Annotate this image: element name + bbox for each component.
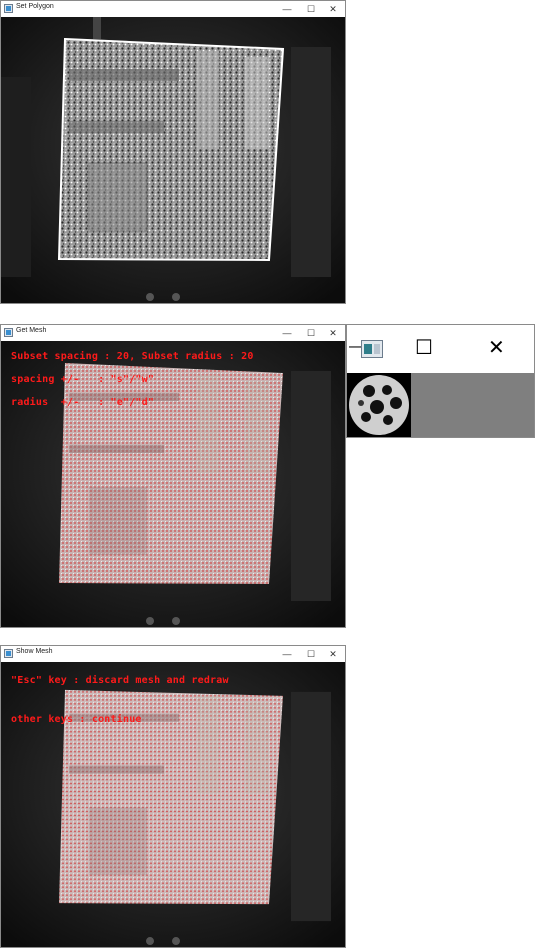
image-canvas[interactable] bbox=[1, 17, 345, 303]
app-icon bbox=[4, 4, 13, 13]
maximize-button[interactable]: ☐ bbox=[301, 325, 321, 341]
title-bar[interactable]: Set Polygon — ☐ ✕ bbox=[1, 1, 345, 17]
continue-instruction-text: other keys : continue bbox=[11, 714, 142, 725]
title-bar[interactable]: Show Mesh — ☐ ✕ bbox=[1, 646, 345, 662]
window-title: Get Mesh bbox=[16, 327, 47, 334]
app-icon bbox=[4, 328, 13, 337]
close-button[interactable]: ✕ bbox=[323, 646, 343, 662]
image-canvas[interactable]: "Esc" key : discard mesh and redraw othe… bbox=[1, 662, 345, 947]
set-polygon-window: Set Polygon — ☐ ✕ bbox=[0, 0, 346, 304]
title-bar[interactable]: Get Mesh — ☐ ✕ bbox=[1, 325, 345, 341]
subset-preview-window: — ☐ ✕ bbox=[346, 324, 535, 438]
window-title: Set Polygon bbox=[16, 3, 54, 10]
mesh-info-text: Subset spacing : 20, Subset radius : 20 bbox=[11, 351, 254, 362]
app-icon bbox=[361, 340, 383, 358]
radius-keys-text: radius +/- : "e"/"d" bbox=[11, 397, 155, 408]
close-button[interactable]: ✕ bbox=[323, 325, 343, 341]
esc-instruction-text: "Esc" key : discard mesh and redraw bbox=[11, 675, 229, 686]
subset-preview-canvas bbox=[347, 373, 534, 437]
get-mesh-window: Get Mesh — ☐ ✕ Subset spacing: 20, Subs… bbox=[0, 324, 346, 628]
minimize-button[interactable]: — bbox=[277, 325, 297, 341]
minimize-button[interactable]: — bbox=[277, 1, 297, 17]
specimen-image bbox=[1, 17, 345, 303]
specimen-image bbox=[1, 662, 345, 947]
title-bar[interactable]: — ☐ ✕ bbox=[347, 325, 534, 373]
maximize-button[interactable]: ☐ bbox=[415, 335, 433, 360]
subset-thumbnail bbox=[347, 373, 411, 437]
minimize-button[interactable]: — bbox=[277, 646, 297, 662]
close-button[interactable]: ✕ bbox=[488, 335, 505, 360]
window-title: Show Mesh bbox=[16, 648, 53, 655]
maximize-button[interactable]: ☐ bbox=[301, 1, 321, 17]
show-mesh-window: Show Mesh — ☐ ✕ "Esc" key: discard mesh… bbox=[0, 645, 346, 948]
app-icon bbox=[4, 649, 13, 658]
maximize-button[interactable]: ☐ bbox=[301, 646, 321, 662]
spacing-keys-text: spacing +/- : "s"/"w" bbox=[11, 374, 155, 385]
image-canvas[interactable]: Subset spacing : 20, Subset radius : 20 … bbox=[1, 341, 345, 627]
close-button[interactable]: ✕ bbox=[323, 1, 343, 17]
